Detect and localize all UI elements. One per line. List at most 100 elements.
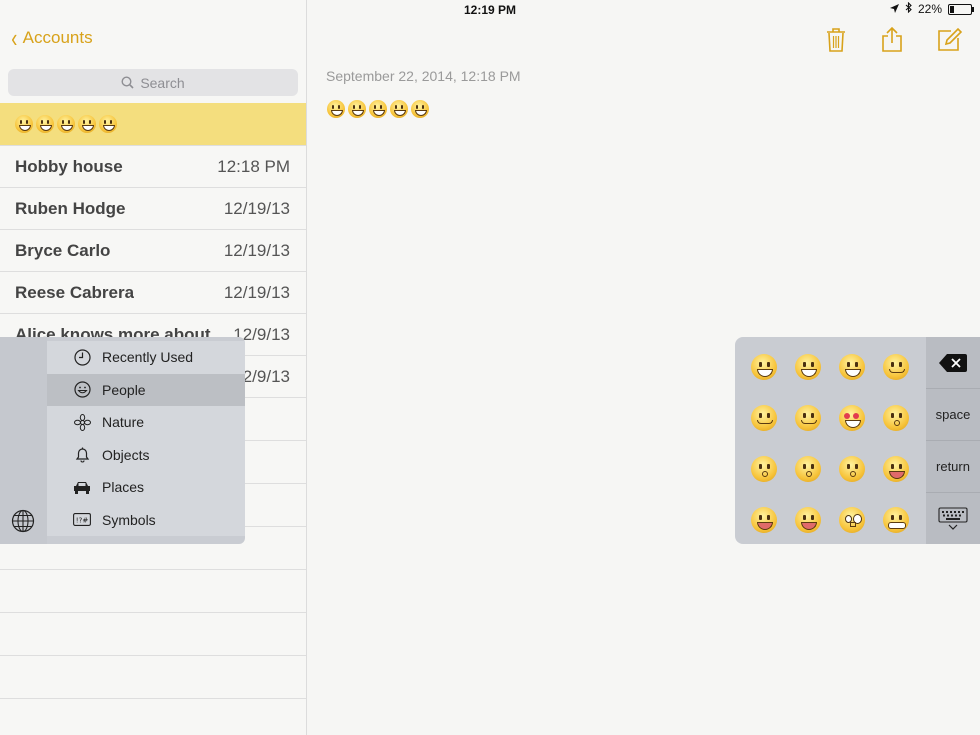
category-symbols[interactable]: !?# Symbols (47, 504, 245, 537)
smiley-emoji (411, 100, 429, 118)
smiley-emoji (369, 100, 387, 118)
category-people[interactable]: People (47, 373, 245, 406)
smiley-emoji (36, 114, 54, 133)
note-title: Bryce Carlo (15, 240, 111, 260)
category-places[interactable]: Places (47, 471, 245, 504)
emoji-grid (735, 337, 933, 544)
smiley-emoji (78, 114, 96, 133)
symbols-icon: !?# (73, 513, 91, 527)
emoji-key[interactable] (874, 494, 918, 544)
emoji-key[interactable] (786, 443, 830, 494)
blush-emoji (883, 353, 909, 380)
heart-eyes-emoji (839, 404, 865, 431)
category-label: Nature (102, 414, 145, 431)
note-row[interactable]: Reese Cabrera 12/19/13 (0, 272, 306, 314)
keyboard-side-keys: space return (926, 337, 980, 544)
note-date: 12/19/13 (223, 282, 290, 302)
category-label: People (102, 381, 146, 398)
category-label: Symbols (102, 511, 156, 528)
keyboard-dismiss-icon (938, 506, 968, 530)
category-label: Recently Used (102, 349, 194, 366)
smile-emoji (751, 353, 777, 380)
kissing-closed-eyes-emoji (751, 455, 777, 482)
emoji-key[interactable] (742, 392, 786, 443)
emoji-key[interactable] (742, 443, 786, 494)
emoji-key[interactable] (742, 341, 786, 392)
emoji-key[interactable] (786, 341, 830, 392)
kissing-emoji (795, 455, 821, 482)
category-recently-used[interactable]: Recently Used (47, 341, 245, 374)
note-row[interactable]: Ruben Hodge 12/19/13 (0, 188, 306, 230)
clock-icon (73, 349, 91, 366)
car-icon (73, 480, 91, 495)
return-key[interactable]: return (926, 441, 980, 493)
note-row[interactable]: Bryce Carlo 12/19/13 (0, 230, 306, 272)
emoji-key[interactable] (786, 494, 830, 544)
space-key[interactable]: space (926, 389, 980, 441)
share-icon[interactable] (881, 26, 903, 58)
emoji-key[interactable] (830, 494, 874, 544)
globe-icon[interactable] (11, 509, 35, 538)
smiley-emoji (57, 114, 75, 133)
note-date: 12:18 PM (217, 156, 290, 176)
note-title: Ruben Hodge (15, 198, 126, 218)
emoji-key[interactable] (830, 341, 874, 392)
category-nature[interactable]: Nature (47, 406, 245, 439)
grinning-emoji (839, 353, 865, 380)
emoji-key[interactable] (874, 341, 918, 392)
emoji-category-panel: Recently Used People Nature Objects Plac… (0, 337, 245, 544)
grimacing-emoji (883, 506, 909, 533)
smiley-emoji (795, 353, 821, 380)
empty-row (0, 613, 306, 656)
emoji-key[interactable] (874, 443, 918, 494)
note-emoji-title (15, 114, 120, 133)
search-icon (121, 76, 134, 89)
dismiss-keyboard-key[interactable] (926, 493, 980, 544)
note-timestamp: September 22, 2014, 12:18 PM (326, 68, 521, 84)
back-label: Accounts (22, 28, 93, 47)
delete-key[interactable] (926, 337, 980, 389)
relaxed-emoji (751, 404, 777, 431)
flower-icon (73, 413, 91, 431)
smiley-icon (73, 381, 91, 398)
compose-icon[interactable] (937, 27, 963, 58)
search-placeholder: Search (140, 74, 185, 91)
note-row-selected[interactable] (0, 103, 306, 146)
smiley-emoji (348, 100, 366, 118)
category-label: Places (102, 479, 145, 496)
kissing-heart-emoji (883, 404, 909, 431)
winking-tongue-emoji (883, 455, 909, 482)
delete-icon (939, 353, 967, 372)
note-title: Hobby house (15, 156, 123, 176)
chevron-left-icon: ‹ (11, 23, 18, 53)
kissing-smiling-eyes-emoji (839, 455, 865, 482)
emoji-key[interactable] (874, 392, 918, 443)
emoji-key[interactable] (830, 443, 874, 494)
emoji-key[interactable] (830, 392, 874, 443)
note-date: 12/19/13 (223, 198, 290, 218)
search-field[interactable]: Search (8, 69, 298, 96)
smiley-emoji (327, 100, 345, 118)
category-list: Recently Used People Nature Objects Plac… (47, 341, 245, 536)
empty-row (0, 570, 306, 613)
note-date: 12/19/13 (223, 240, 290, 260)
wink-emoji (795, 404, 821, 431)
category-objects[interactable]: Objects (47, 439, 245, 472)
trash-icon[interactable] (825, 27, 847, 58)
flushed-emoji (839, 506, 865, 533)
accounts-back-button[interactable]: ‹ Accounts (10, 23, 93, 53)
bell-icon (73, 446, 91, 463)
smiley-emoji (15, 114, 33, 133)
tongue-emoji (795, 506, 821, 533)
note-row[interactable]: Hobby house 12:18 PM (0, 146, 306, 188)
emoji-key[interactable] (742, 494, 786, 544)
empty-row (0, 656, 306, 699)
emoji-key[interactable] (786, 392, 830, 443)
note-title: Reese Cabrera (15, 282, 135, 302)
emoji-keyboard: space return (735, 337, 980, 544)
svg-text:!?#: !?# (76, 517, 89, 525)
smiley-emoji (390, 100, 408, 118)
squinting-tongue-emoji (751, 506, 777, 533)
note-body[interactable] (327, 100, 432, 118)
category-label: Objects (102, 446, 150, 463)
